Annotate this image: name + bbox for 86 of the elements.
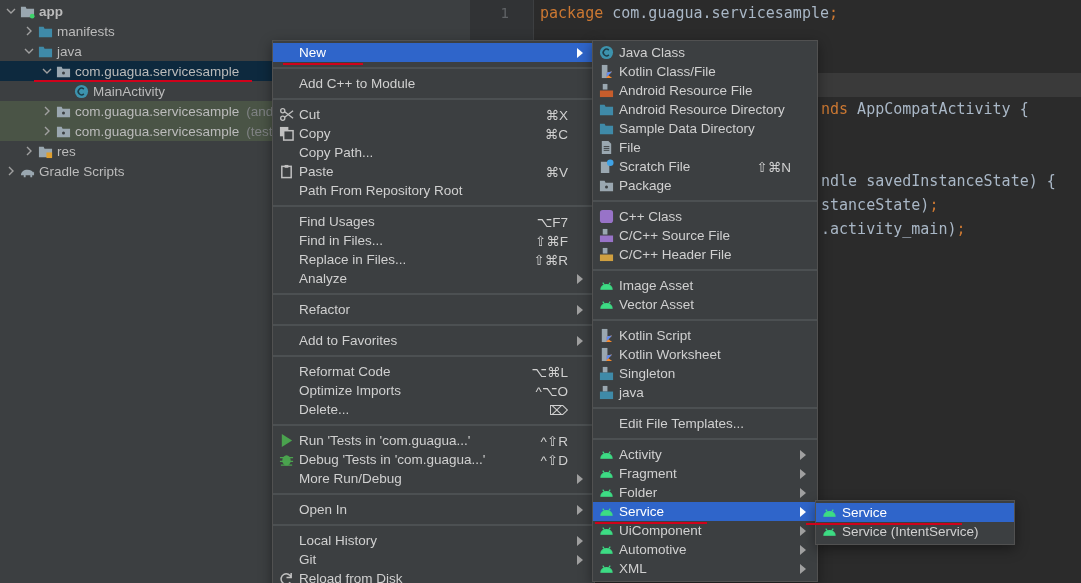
menu-item[interactable]: More Run/Debug (273, 469, 594, 488)
menu-item[interactable]: UiComponent (593, 521, 817, 540)
kotlin-file-icon (599, 64, 614, 79)
menu-item[interactable]: New (273, 43, 594, 62)
menu-item[interactable]: Copy Path... (273, 143, 594, 162)
bug-icon (279, 452, 294, 467)
menu-item[interactable]: Activity (593, 445, 817, 464)
code-line: ndle savedInstanceState) { (821, 172, 1056, 190)
menu-item[interactable]: Path From Repository Root (273, 181, 594, 200)
menu-item[interactable]: Debug 'Tests in 'com.guagua...' ^⇧D (273, 450, 594, 469)
menu-item[interactable]: Refactor (273, 300, 594, 319)
code-line: stanceState); (821, 196, 939, 214)
menu-item[interactable]: Folder (593, 483, 817, 502)
menu-item[interactable]: Find Usages ⌥F7 (273, 212, 594, 231)
menu-item[interactable]: Edit File Templates... (593, 414, 817, 433)
tree-label: com.guagua.servicesample (75, 63, 240, 79)
menu-item[interactable]: Reformat Code ⌥⌘L (273, 362, 594, 381)
tree-label: MainActivity (93, 83, 165, 99)
menu-item[interactable]: C/C++ Source File (593, 226, 817, 245)
menu-item[interactable]: Vector Asset (593, 295, 817, 314)
tree-item[interactable]: manifests (0, 21, 470, 41)
kotlin-file-icon (599, 328, 614, 343)
menu-item[interactable]: Service (IntentService) (816, 522, 1014, 541)
tree-label-suffix: (test (246, 123, 273, 139)
clipboard-icon (279, 164, 294, 179)
menu-item[interactable]: Kotlin Script (593, 326, 817, 345)
class-icon (74, 83, 89, 99)
tree-label: com.guagua.servicesample (75, 123, 240, 139)
menu-item[interactable]: Replace in Files... ⇧⌘R (273, 250, 594, 269)
tree-label: app (39, 3, 63, 19)
menu-item[interactable]: Kotlin Worksheet (593, 345, 817, 364)
scissors-icon (279, 107, 294, 122)
menu-item[interactable]: Service (593, 502, 817, 521)
menu-item[interactable]: Optimize Imports ^⌥O (273, 381, 594, 400)
scratch-file-icon (599, 159, 614, 174)
code-line: .activity_main); (821, 220, 966, 238)
template-file-icon (599, 366, 614, 381)
menu-item[interactable]: java (593, 383, 817, 402)
kotlin-file-icon (599, 347, 614, 362)
tree-label-suffix: (and (246, 103, 274, 119)
menu-item[interactable]: C++ Class (593, 207, 817, 226)
menu-item[interactable]: Kotlin Class/File (593, 62, 817, 81)
cpp-file-icon (599, 228, 614, 243)
header-file-icon (599, 247, 614, 262)
menu-item[interactable]: Local History (273, 531, 594, 550)
class-icon (599, 45, 614, 60)
cpp-class-icon (599, 209, 614, 224)
tree-label: com.guagua.servicesample (75, 103, 240, 119)
menu-item[interactable]: File (593, 138, 817, 157)
menu-item[interactable]: Singleton (593, 364, 817, 383)
code-line: package com.guagua.servicesample; (540, 4, 839, 22)
menu-item[interactable]: Sample Data Directory (593, 119, 817, 138)
tree-label: java (57, 43, 82, 59)
menu-item[interactable]: Fragment (593, 464, 817, 483)
folder-icon (599, 121, 614, 136)
menu-item[interactable]: Git (273, 550, 594, 569)
tree-label: Gradle Scripts (39, 163, 125, 179)
menu-item[interactable]: Android Resource Directory (593, 100, 817, 119)
tree-label: manifests (57, 23, 115, 39)
play-icon (279, 433, 294, 448)
menu-item[interactable]: Image Asset (593, 276, 817, 295)
menu-item[interactable]: Add to Favorites (273, 331, 594, 350)
menu-item[interactable]: Find in Files... ⇧⌘F (273, 231, 594, 250)
menu-item[interactable]: Run 'Tests in 'com.guagua...' ^⇧R (273, 431, 594, 450)
code-line: nds AppCompatActivity { (821, 100, 1029, 118)
package-icon (599, 178, 614, 193)
menu-item[interactable]: Automotive (593, 540, 817, 559)
menu-item[interactable]: XML (593, 559, 817, 578)
menu-item[interactable]: Java Class (593, 43, 817, 62)
menu-item[interactable]: Scratch File ⇧⌘N (593, 157, 817, 176)
menu-item[interactable]: C/C++ Header File (593, 245, 817, 264)
file-icon (599, 140, 614, 155)
folder-icon (599, 102, 614, 117)
menu-item[interactable]: Paste ⌘V (273, 162, 594, 181)
copy-icon (279, 126, 294, 141)
menu-item[interactable]: Android Resource File (593, 81, 817, 100)
menu-item[interactable]: Open In (273, 500, 594, 519)
tree-item[interactable]: app (0, 1, 470, 21)
menu-item[interactable]: Analyze (273, 269, 594, 288)
template-file-icon (599, 385, 614, 400)
resource-file-icon (599, 83, 614, 98)
menu-item[interactable]: Reload from Disk (273, 569, 594, 583)
menu-item[interactable]: Delete... ⌦ (273, 400, 594, 419)
tree-label: res (57, 143, 76, 159)
menu-item[interactable]: Package (593, 176, 817, 195)
reload-icon (279, 571, 294, 583)
